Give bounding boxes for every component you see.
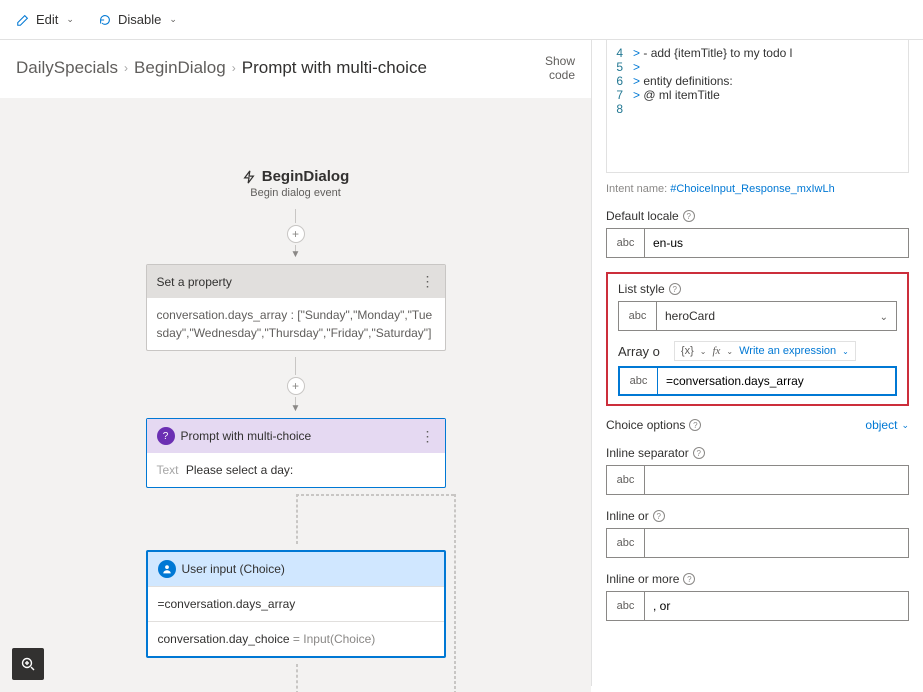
default-locale-field: Default locale? abc [606,209,909,258]
canvas[interactable]: BeginDialog Begin dialog event + ▼ Set a… [0,98,591,692]
help-icon[interactable]: ? [653,510,665,522]
help-icon[interactable]: ? [693,447,705,459]
trigger-title: BeginDialog [262,168,350,185]
user-input-row2-expr: = Input(Choice) [290,632,376,646]
inline-or-more-input[interactable] [645,592,908,620]
inline-separator-input[interactable] [645,466,908,494]
breadcrumb: DailySpecials › BeginDialog › Prompt wit… [16,58,427,78]
zoom-button[interactable] [12,648,44,680]
inline-separator-field: Inline separator? abc [606,446,909,495]
fx-icon[interactable]: fx [712,345,720,357]
help-icon[interactable]: ? [683,573,695,585]
node-body: conversation.days_array : ["Sunday","Mon… [147,298,445,350]
node-title: Prompt with multi-choice [181,429,312,443]
chevron-down-icon: ⌄ [169,14,177,25]
text-label: Text [157,463,179,477]
edit-icon [16,13,30,27]
edit-button[interactable]: Edit ⌄ [12,8,78,31]
chevron-down-icon: ⌄ [66,14,74,25]
properties-panel: 4> - add {itemTitle} to my todo l 5> 6> … [592,40,923,686]
user-icon [158,560,176,578]
write-expression-link[interactable]: Write an expression [739,345,836,357]
trigger-subtitle: Begin dialog event [146,187,446,199]
list-style-select[interactable]: heroCard ⌄ [657,302,896,330]
type-prefix[interactable]: abc [620,368,658,394]
set-property-node[interactable]: Set a property ⋮ conversation.days_array… [146,264,446,351]
flow-container: BeginDialog Begin dialog event + ▼ Set a… [146,98,446,692]
user-input-row1: =conversation.days_array [148,586,444,621]
top-toolbar: Edit ⌄ Disable ⌄ [0,0,923,40]
arrow-down-icon: ▼ [146,403,446,414]
disable-label: Disable [118,12,161,27]
left-panel: DailySpecials › BeginDialog › Prompt wit… [0,40,592,686]
type-prefix[interactable]: abc [607,592,645,620]
node-title: User input (Choice) [182,562,285,576]
node-title: Set a property [157,275,232,289]
help-icon[interactable]: ? [689,419,701,431]
intent-name-row: Intent name: #ChoiceInput_Response_mxIwL… [606,183,909,195]
prompt-node[interactable]: ? Prompt with multi-choice ⋮ Text Please… [146,418,446,488]
add-node-button[interactable]: + [287,225,305,243]
more-icon[interactable]: ⋮ [421,273,435,290]
chevron-down-icon: ⌄ [880,312,888,323]
arrow-down-icon: ▼ [146,249,446,260]
refresh-icon [98,13,112,27]
disable-button[interactable]: Disable ⌄ [94,8,181,31]
choice-options-row: Choice options? object⌄ [606,418,909,432]
lightning-icon [242,170,256,184]
help-icon[interactable]: ? [683,210,695,222]
add-node-button[interactable]: + [287,377,305,395]
prompt-text: Please select a day: [186,463,293,477]
zoom-icon [20,656,36,672]
highlighted-section: List style? abc heroCard ⌄ Array o {x} ⌄ … [606,272,909,406]
inline-or-input[interactable] [645,529,908,557]
chevron-right-icon: › [232,61,236,75]
inline-or-field: Inline or? abc [606,509,909,558]
default-locale-input[interactable] [645,229,908,257]
object-type-link[interactable]: object⌄ [865,418,909,432]
chevron-down-icon: ⌄ [901,420,909,431]
type-prefix[interactable]: abc [619,302,657,330]
chevron-right-icon: › [124,61,128,75]
array-input[interactable] [658,368,895,394]
expression-toolbar: {x} ⌄ fx ⌄ Write an expression ⌄ [674,341,856,361]
array-label: Array o [618,344,660,359]
breadcrumb-row: DailySpecials › BeginDialog › Prompt wit… [0,40,591,98]
intent-label: Intent name: [606,183,667,195]
help-icon[interactable]: ? [669,283,681,295]
user-input-row2-var: conversation.day_choice [158,632,290,646]
trigger-node[interactable]: BeginDialog Begin dialog event [146,168,446,199]
type-prefix[interactable]: abc [607,229,645,257]
edit-label: Edit [36,12,58,27]
type-prefix[interactable]: abc [607,466,645,494]
chevron-down-icon[interactable]: ⌄ [700,347,707,356]
crumb-item[interactable]: DailySpecials [16,58,118,78]
intent-link[interactable]: #ChoiceInput_Response_mxIwLh [670,183,835,195]
user-input-node[interactable]: User input (Choice) =conversation.days_a… [146,550,446,658]
array-field: Array o {x} ⌄ fx ⌄ Write an expression ⌄ ab… [618,341,897,396]
code-editor[interactable]: 4> - add {itemTitle} to my todo l 5> 6> … [606,40,909,173]
crumb-item[interactable]: BeginDialog [134,58,226,78]
chevron-down-icon[interactable]: ⌄ [842,347,849,356]
inline-or-more-field: Inline or more? abc [606,572,909,621]
prompt-icon: ? [157,427,175,445]
crumb-item[interactable]: Prompt with multi-choice [242,58,427,78]
chevron-down-icon[interactable]: ⌄ [726,347,733,356]
var-icon[interactable]: {x} [681,345,694,357]
list-style-field: List style? abc heroCard ⌄ [618,282,897,331]
type-prefix[interactable]: abc [607,529,645,557]
show-code-button[interactable]: Show code [545,54,575,82]
more-icon[interactable]: ⋮ [421,428,435,445]
